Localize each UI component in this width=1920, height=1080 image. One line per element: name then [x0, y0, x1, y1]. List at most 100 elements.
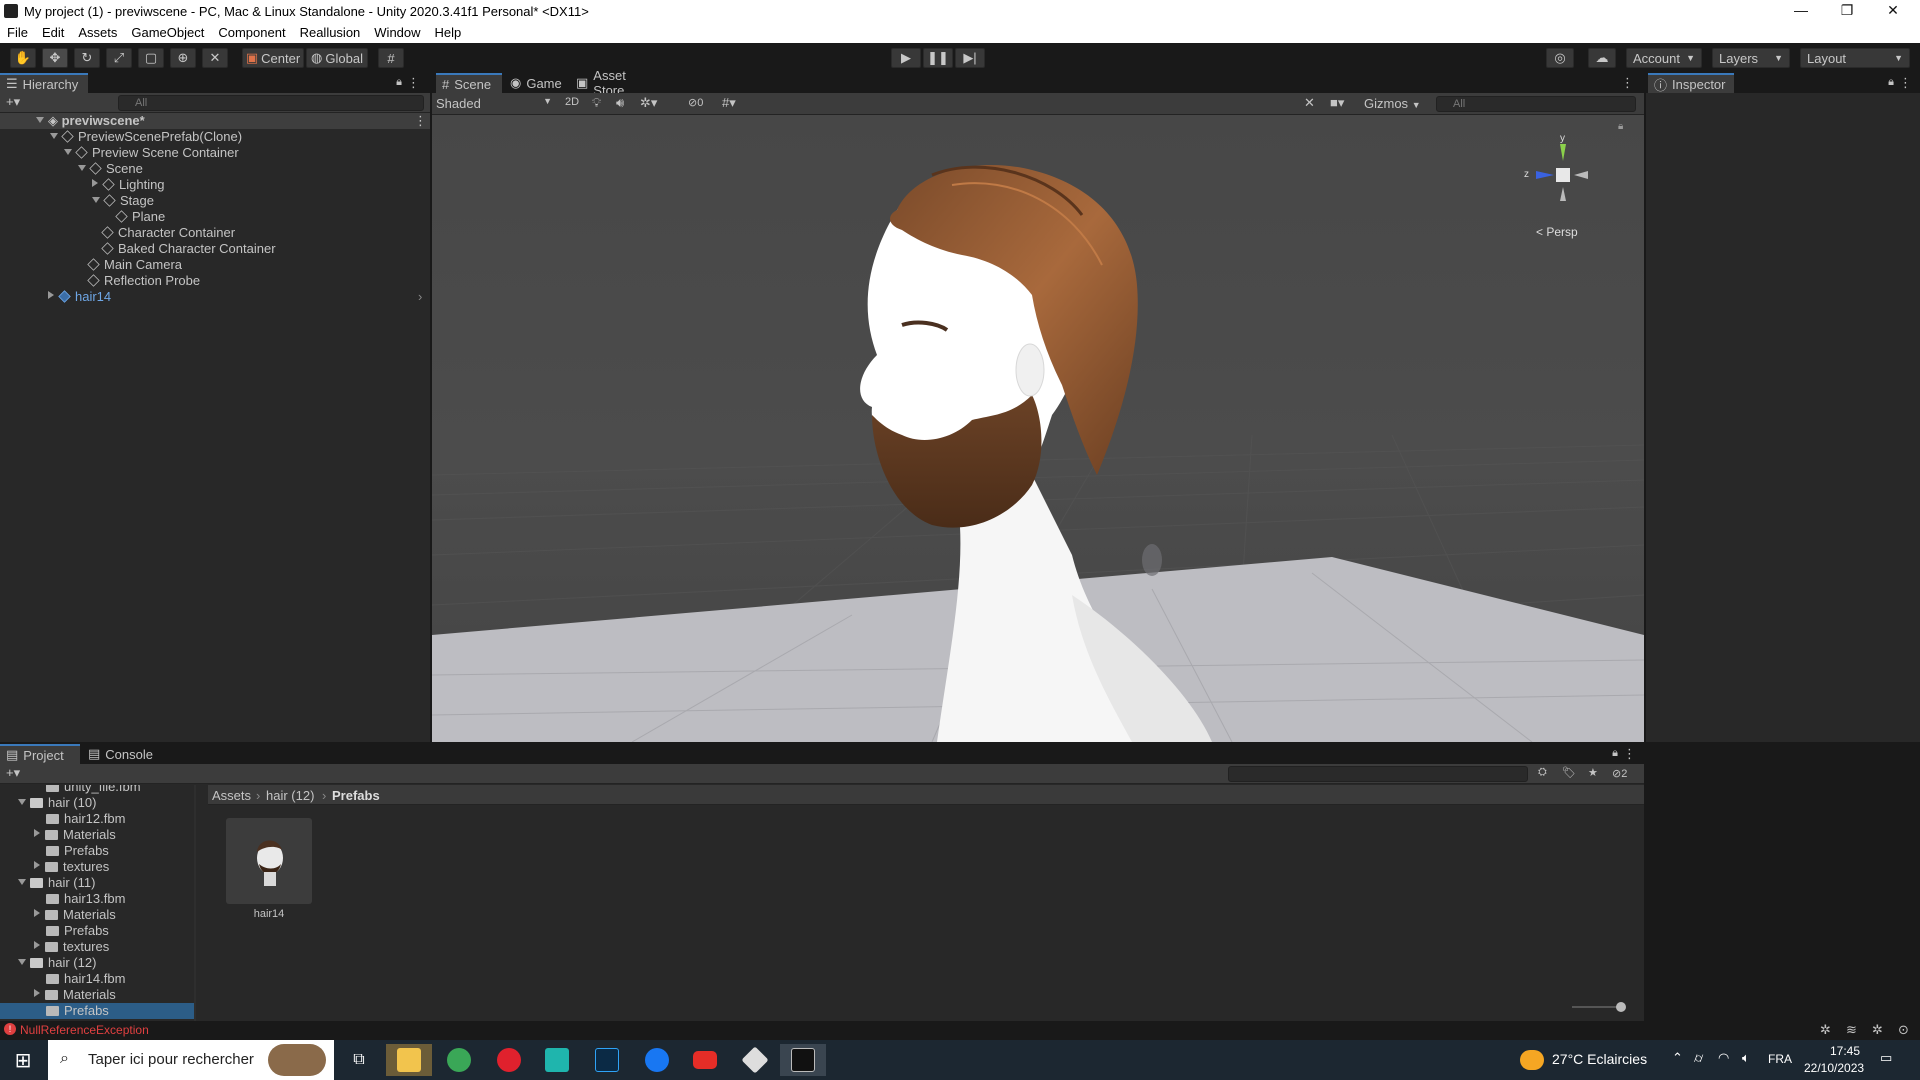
menu-reallusion[interactable]: Reallusion [293, 25, 368, 40]
folder-item[interactable]: Materials [34, 987, 116, 1003]
folder-item[interactable]: Materials [34, 907, 116, 923]
account-dropdown[interactable]: Account ▼ [1626, 48, 1702, 68]
tab-project[interactable]: ▤ Project [0, 744, 80, 764]
folder-item[interactable]: hair (12) [18, 955, 96, 971]
bug-icon[interactable]: ✲ [1820, 1022, 1831, 1038]
folder-item[interactable]: textures [34, 939, 109, 955]
effects-toggle-icon[interactable]: ✲▾ [640, 95, 657, 111]
project-search[interactable] [1228, 766, 1528, 782]
folder-item[interactable]: hair12.fbm [46, 811, 125, 827]
scene-more-icon[interactable]: ⋮ [414, 113, 427, 129]
scale-tool-icon[interactable]: ⤢ [106, 48, 132, 68]
progress-icon[interactable]: ≋ [1846, 1022, 1857, 1038]
chrome-icon[interactable] [436, 1044, 482, 1076]
status-settings-icon[interactable]: ⊙ [1898, 1022, 1909, 1038]
close-button[interactable]: ✕ [1870, 0, 1916, 22]
hierarchy-scene-root[interactable]: ◈ previwscene* [36, 113, 145, 129]
rotate-tool-icon[interactable]: ↻ [74, 48, 100, 68]
auto-generate-icon[interactable]: ✲ [1872, 1022, 1883, 1038]
gizmos-dropdown[interactable]: Gizmos ▼ [1364, 96, 1421, 111]
camera-icon[interactable]: ■▾ [1330, 95, 1344, 111]
lighting-toggle-icon[interactable]: 💡︎ [592, 95, 601, 111]
breadcrumb-assets[interactable]: Assets [212, 788, 251, 803]
scene-viewport[interactable]: y z < Persp 🔒︎ [432, 115, 1644, 742]
volume-icon[interactable]: 🔈︎ [1742, 1050, 1750, 1066]
taskbar-search[interactable]: ⌕ Taper ici pour rechercher [48, 1040, 334, 1080]
more-icon[interactable]: ⋮ [1899, 75, 1912, 91]
hierarchy-item[interactable]: Lighting [92, 177, 165, 193]
shading-mode-dropdown[interactable]: Shaded ▼ [436, 96, 552, 111]
menu-window[interactable]: Window [367, 25, 427, 40]
chevron-right-icon[interactable]: › [418, 289, 422, 304]
minimize-button[interactable]: — [1778, 0, 1824, 22]
hidden-objects-toggle[interactable]: ⊘0 [688, 96, 703, 109]
hierarchy-item[interactable]: Reflection Probe [87, 273, 200, 289]
pivot-center-button[interactable]: ▣ Center [242, 48, 304, 68]
snap-grid-icon[interactable]: # [378, 48, 404, 68]
collab-icon[interactable]: ◎ [1546, 48, 1574, 68]
create-asset-button[interactable]: +▾ [6, 765, 20, 781]
folder-item[interactable]: hair (10) [18, 795, 96, 811]
folder-item[interactable]: Materials [34, 827, 116, 843]
menu-edit[interactable]: Edit [35, 25, 71, 40]
hierarchy-item-prefab[interactable]: hair14 [48, 289, 111, 305]
hierarchy-item[interactable]: Stage [92, 193, 154, 209]
weather-text[interactable]: 27°C Eclaircies [1552, 1051, 1647, 1067]
folder-item[interactable]: unity_file.fbm [46, 785, 141, 795]
folder-item[interactable]: Prefabs [46, 923, 109, 939]
menu-help[interactable]: Help [428, 25, 469, 40]
folder-item[interactable]: hair (11) [18, 875, 95, 891]
restore-button[interactable]: ❐ [1824, 0, 1870, 22]
step-button[interactable]: ▶| [955, 48, 985, 68]
tab-inspector[interactable]: ⓘ Inspector [1648, 73, 1734, 93]
tools-icon[interactable]: ✕ [1304, 95, 1315, 111]
filter-type-icon[interactable]: ⛭ [1538, 766, 1547, 779]
transform-tool-icon[interactable]: ⊕ [170, 48, 196, 68]
cloud-icon[interactable]: ☁ [1588, 48, 1616, 68]
hidden-packages-toggle[interactable]: ⊘2 [1612, 767, 1627, 780]
favorite-icon[interactable]: ★ [1588, 766, 1598, 779]
hierarchy-item[interactable]: Preview Scene Container [64, 145, 239, 161]
hand-tool-icon[interactable]: ✋ [10, 48, 36, 68]
pause-button[interactable]: ❚❚ [923, 48, 953, 68]
language-indicator[interactable]: FRA [1768, 1052, 1792, 1066]
menu-component[interactable]: Component [211, 25, 292, 40]
file-explorer-icon[interactable] [386, 1044, 432, 1076]
tab-asset-store[interactable]: ▣ Asset Store [570, 68, 666, 98]
chevron-up-icon[interactable]: ⌃ [1672, 1050, 1683, 1066]
tab-console[interactable]: ▤ Console [82, 744, 162, 764]
add-gameobject-button[interactable]: +▾ [6, 94, 20, 110]
lock-icon[interactable]: 🔒︎ [1612, 747, 1618, 760]
folder-item[interactable]: Prefabs [46, 843, 109, 859]
notifications-icon[interactable]: ▭ [1880, 1050, 1892, 1066]
folder-item[interactable]: hair13.fbm [46, 891, 125, 907]
menu-assets[interactable]: Assets [71, 25, 124, 40]
unity-hub-icon[interactable] [732, 1044, 778, 1076]
menu-gameobject[interactable]: GameObject [124, 25, 211, 40]
status-error-message[interactable]: NullReferenceException [20, 1023, 149, 1037]
play-button[interactable]: ▶ [891, 48, 921, 68]
lock-icon[interactable]: 🔒︎ [396, 76, 402, 89]
slider-handle[interactable] [1616, 1002, 1626, 1012]
hierarchy-item[interactable]: PreviewScenePrefab(Clone) [50, 129, 242, 145]
hierarchy-item[interactable]: Character Container [101, 225, 235, 241]
hierarchy-search[interactable]: All [118, 95, 424, 111]
folder-item[interactable]: textures [34, 859, 109, 875]
folder-tree-scrollbar[interactable] [194, 785, 196, 1021]
facebook-icon[interactable] [634, 1044, 680, 1076]
clock-date[interactable]: 22/10/2023 [1804, 1061, 1864, 1075]
tab-game[interactable]: ◉ Game [504, 73, 568, 93]
youtube-icon[interactable] [682, 1044, 728, 1076]
more-icon[interactable]: ⋮ [407, 75, 420, 91]
gizmo-lock-icon[interactable]: 🔒︎ [1618, 121, 1623, 132]
filter-label-icon[interactable]: 🏷︎ [1562, 766, 1576, 779]
thumbnail-size-slider[interactable] [1572, 1002, 1626, 1012]
lock-icon[interactable]: 🔒︎ [1888, 76, 1894, 89]
move-tool-icon[interactable]: ✥ [42, 48, 68, 68]
breadcrumb-prefabs[interactable]: Prefabs [332, 788, 380, 803]
hierarchy-item[interactable]: Plane [115, 209, 165, 225]
wifi-icon[interactable]: ◠ [1718, 1050, 1729, 1066]
asset-label[interactable]: hair14 [226, 908, 312, 920]
projection-label[interactable]: < Persp [1536, 225, 1578, 239]
custom-tool-icon[interactable]: ✕ [202, 48, 228, 68]
